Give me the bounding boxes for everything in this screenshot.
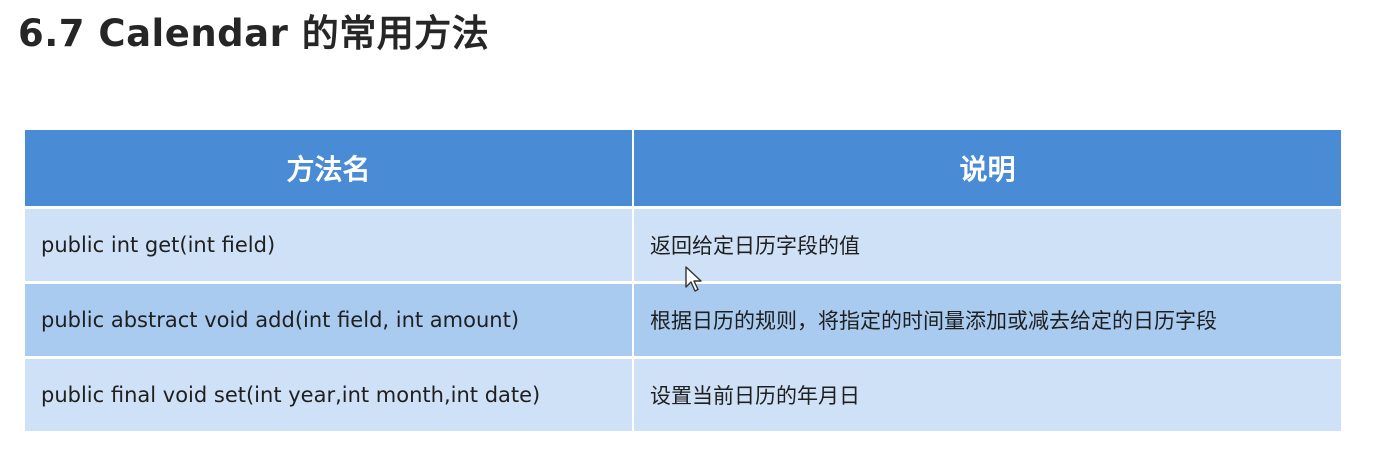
method-description-cell: 根据日历的规则，将指定的时间量添加或减去给定的日历字段	[632, 282, 1341, 359]
table-row: public int get(int field) 返回给定日历字段的值	[25, 207, 1341, 284]
page-title: 6.7 Calendar 的常用方法	[18, 12, 490, 55]
methods-table: 方法名 说明 public int get(int field) 返回给定日历字…	[25, 130, 1341, 434]
table-row: public final void set(int year,int month…	[25, 357, 1341, 434]
method-description-cell: 设置当前日历的年月日	[632, 357, 1341, 434]
method-name-cell: public abstract void add(int field, int …	[25, 282, 633, 359]
method-description-cell: 返回给定日历字段的值	[632, 207, 1341, 284]
header-method-name: 方法名	[25, 130, 633, 209]
table-header-row: 方法名 说明	[25, 130, 1341, 209]
method-name-cell: public int get(int field)	[25, 207, 633, 284]
mouse-pointer-icon	[685, 266, 702, 292]
header-description: 说明	[632, 130, 1341, 209]
table-row: public abstract void add(int field, int …	[25, 282, 1341, 359]
method-name-cell: public final void set(int year,int month…	[25, 357, 633, 434]
